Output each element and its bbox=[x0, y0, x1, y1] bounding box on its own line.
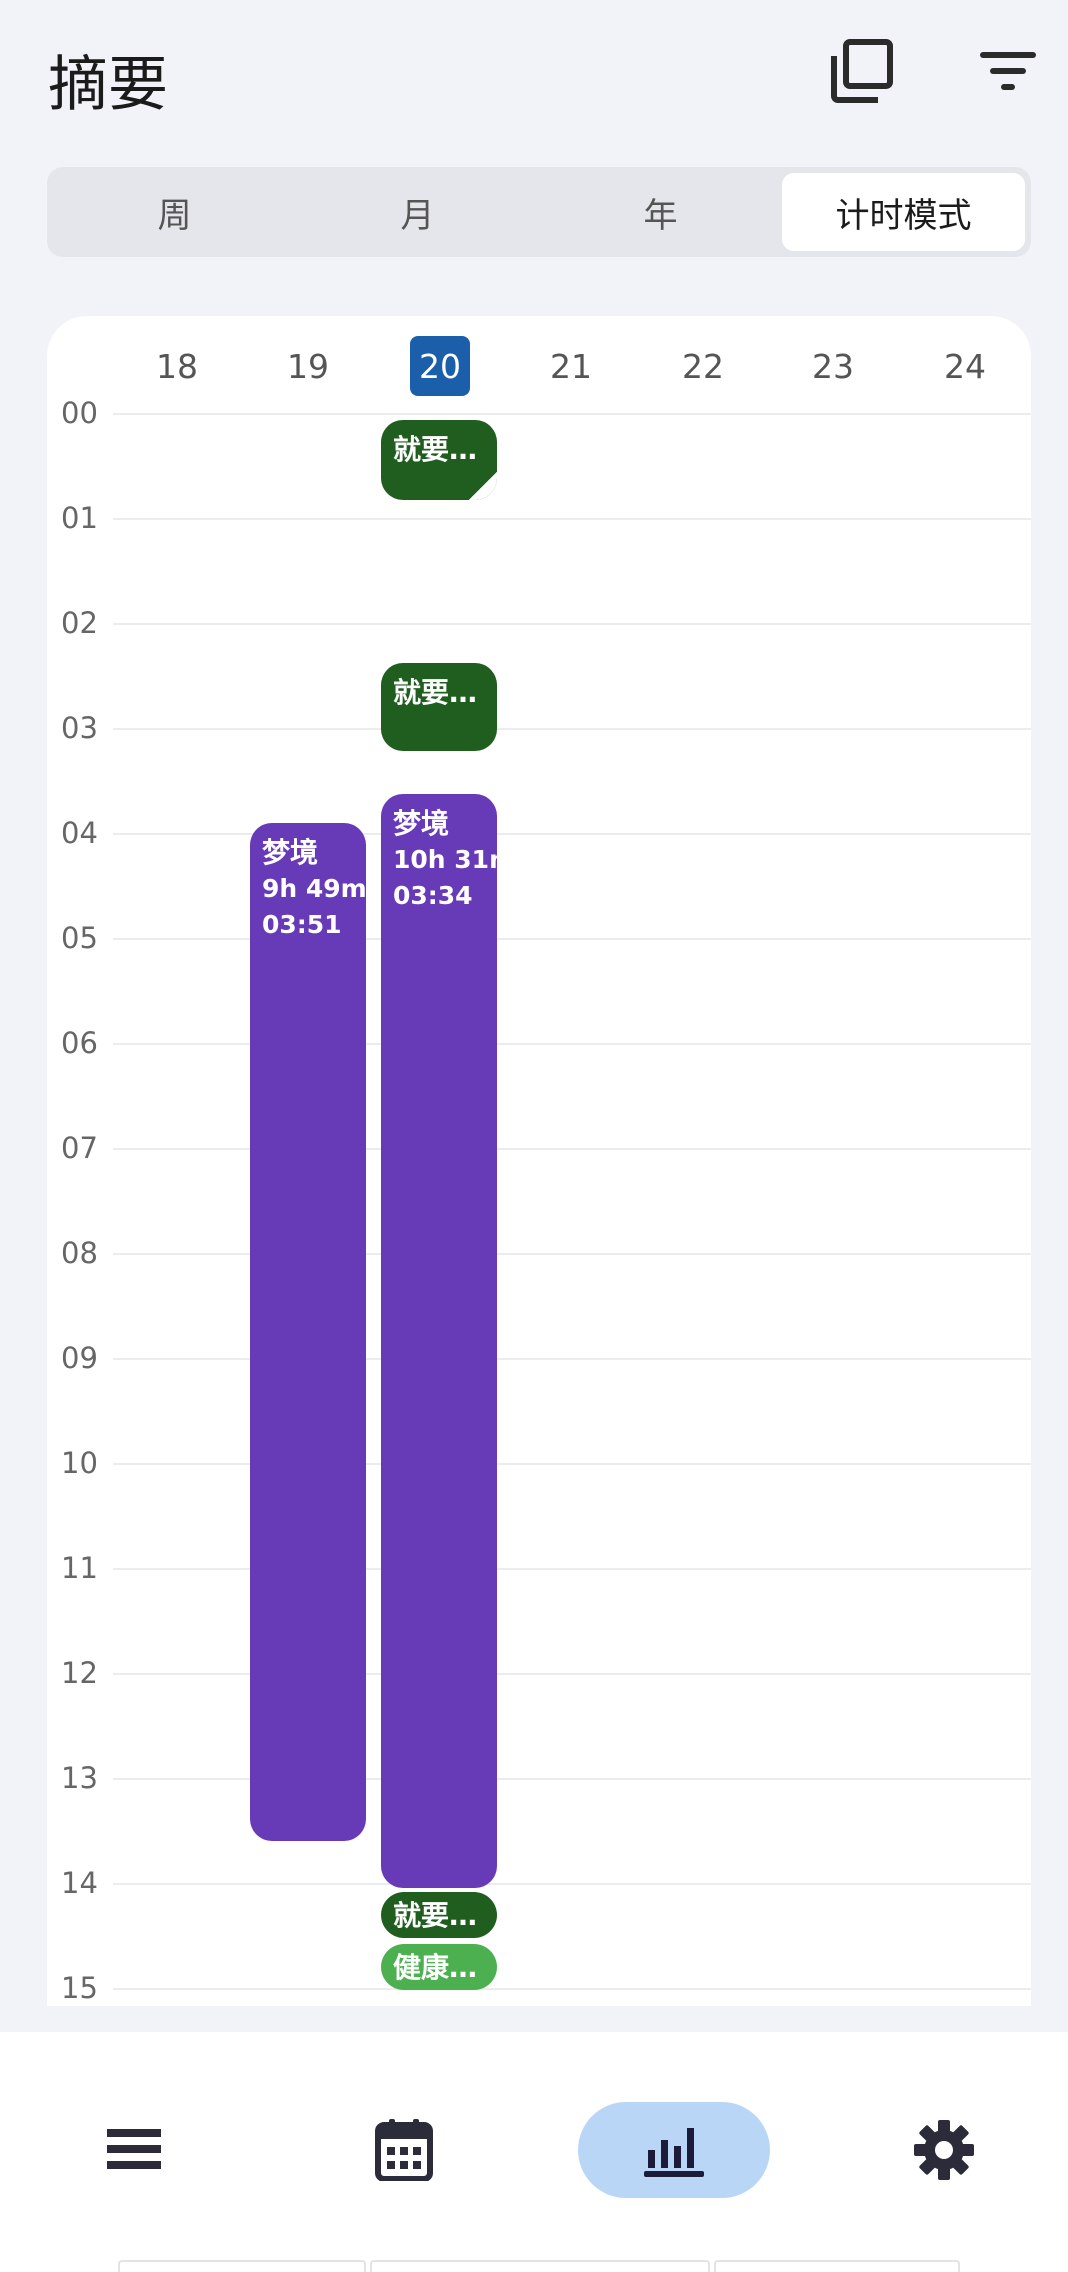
period-segmented-control: 周 月 年 计时模式 bbox=[47, 167, 1031, 257]
note-fold-icon bbox=[469, 472, 497, 500]
event-block[interactable]: 就要… bbox=[381, 663, 497, 751]
gesture-bar-segment bbox=[714, 2260, 960, 2272]
tab-month[interactable]: 月 bbox=[296, 173, 539, 251]
event-duration: 10h 31m bbox=[393, 845, 497, 874]
bottom-navigation-bar bbox=[0, 2032, 1068, 2272]
day-label-19[interactable]: 19 bbox=[278, 336, 338, 396]
event-title: 就要… bbox=[393, 433, 478, 466]
hour-label: 05 bbox=[61, 921, 98, 955]
event-title: 就要… bbox=[393, 676, 478, 709]
hour-label: 09 bbox=[61, 1341, 98, 1375]
hour-label: 03 bbox=[61, 711, 98, 745]
day-label-20-today[interactable]: 20 bbox=[410, 336, 470, 396]
copy-icon[interactable] bbox=[826, 36, 898, 108]
hour-gridline bbox=[113, 623, 1031, 625]
nav-calendar-button[interactable] bbox=[354, 2102, 454, 2198]
gesture-bar-segment bbox=[370, 2260, 710, 2272]
calendar-icon bbox=[375, 2119, 433, 2181]
event-start-time: 03:51 bbox=[262, 910, 342, 939]
day-label-21[interactable]: 21 bbox=[541, 336, 601, 396]
event-block-sleep[interactable]: 梦境 10h 31m 03:34 bbox=[381, 794, 497, 1888]
event-block-sleep[interactable]: 梦境 9h 49m 03:51 bbox=[250, 823, 366, 1841]
hour-label: 13 bbox=[61, 1761, 98, 1795]
hour-gridline bbox=[113, 1883, 1031, 1885]
hour-gridline bbox=[113, 728, 1031, 730]
tab-year[interactable]: 年 bbox=[539, 173, 782, 251]
hour-label: 06 bbox=[61, 1026, 98, 1060]
hour-label: 04 bbox=[61, 816, 98, 850]
event-block[interactable]: 健康… bbox=[381, 1944, 497, 1990]
day-label-18[interactable]: 18 bbox=[147, 336, 207, 396]
tab-timer-mode[interactable]: 计时模式 bbox=[782, 173, 1025, 251]
day-label-23[interactable]: 23 bbox=[803, 336, 863, 396]
hour-label: 08 bbox=[61, 1236, 98, 1270]
tab-week[interactable]: 周 bbox=[53, 173, 296, 251]
event-title: 梦境 bbox=[262, 836, 319, 869]
nav-settings-button[interactable] bbox=[894, 2102, 994, 2198]
hour-label: 11 bbox=[61, 1551, 98, 1585]
day-label-24[interactable]: 24 bbox=[935, 336, 995, 396]
hour-label: 00 bbox=[61, 396, 98, 430]
hour-label: 01 bbox=[61, 501, 98, 535]
event-duration: 9h 49m bbox=[262, 874, 366, 903]
week-timeline-card[interactable]: 18 19 20 21 22 23 24 00 01 02 03 04 05 0… bbox=[47, 316, 1031, 2006]
hour-label: 10 bbox=[61, 1446, 98, 1480]
hour-label: 15 bbox=[61, 1971, 98, 2005]
hour-label: 07 bbox=[61, 1131, 98, 1165]
nav-stats-button[interactable] bbox=[578, 2102, 770, 2198]
nav-list-button[interactable] bbox=[84, 2102, 184, 2198]
bar-chart-icon bbox=[644, 2128, 704, 2177]
page-title: 摘要 bbox=[48, 50, 168, 120]
event-block[interactable]: 就要… bbox=[381, 1892, 497, 1938]
list-icon bbox=[107, 2129, 161, 2169]
filter-icon[interactable] bbox=[974, 38, 1044, 108]
settings-icon bbox=[914, 2120, 974, 2180]
hour-gridline bbox=[113, 1988, 1031, 1990]
hour-label: 12 bbox=[61, 1656, 98, 1690]
hour-gridline bbox=[113, 413, 1031, 415]
event-start-time: 03:34 bbox=[393, 881, 473, 910]
hour-gridline bbox=[113, 518, 1031, 520]
event-title: 梦境 bbox=[393, 807, 450, 840]
hour-gridline bbox=[113, 833, 1031, 835]
app-header: 摘要 bbox=[0, 0, 1068, 150]
event-block[interactable]: 就要… bbox=[381, 420, 497, 500]
event-title: 就要… bbox=[393, 1899, 478, 1932]
hour-label: 14 bbox=[61, 1866, 98, 1900]
day-label-22[interactable]: 22 bbox=[673, 336, 733, 396]
event-title: 健康… bbox=[393, 1951, 478, 1984]
hour-label: 02 bbox=[61, 606, 98, 640]
gesture-bar-segment bbox=[118, 2260, 366, 2272]
